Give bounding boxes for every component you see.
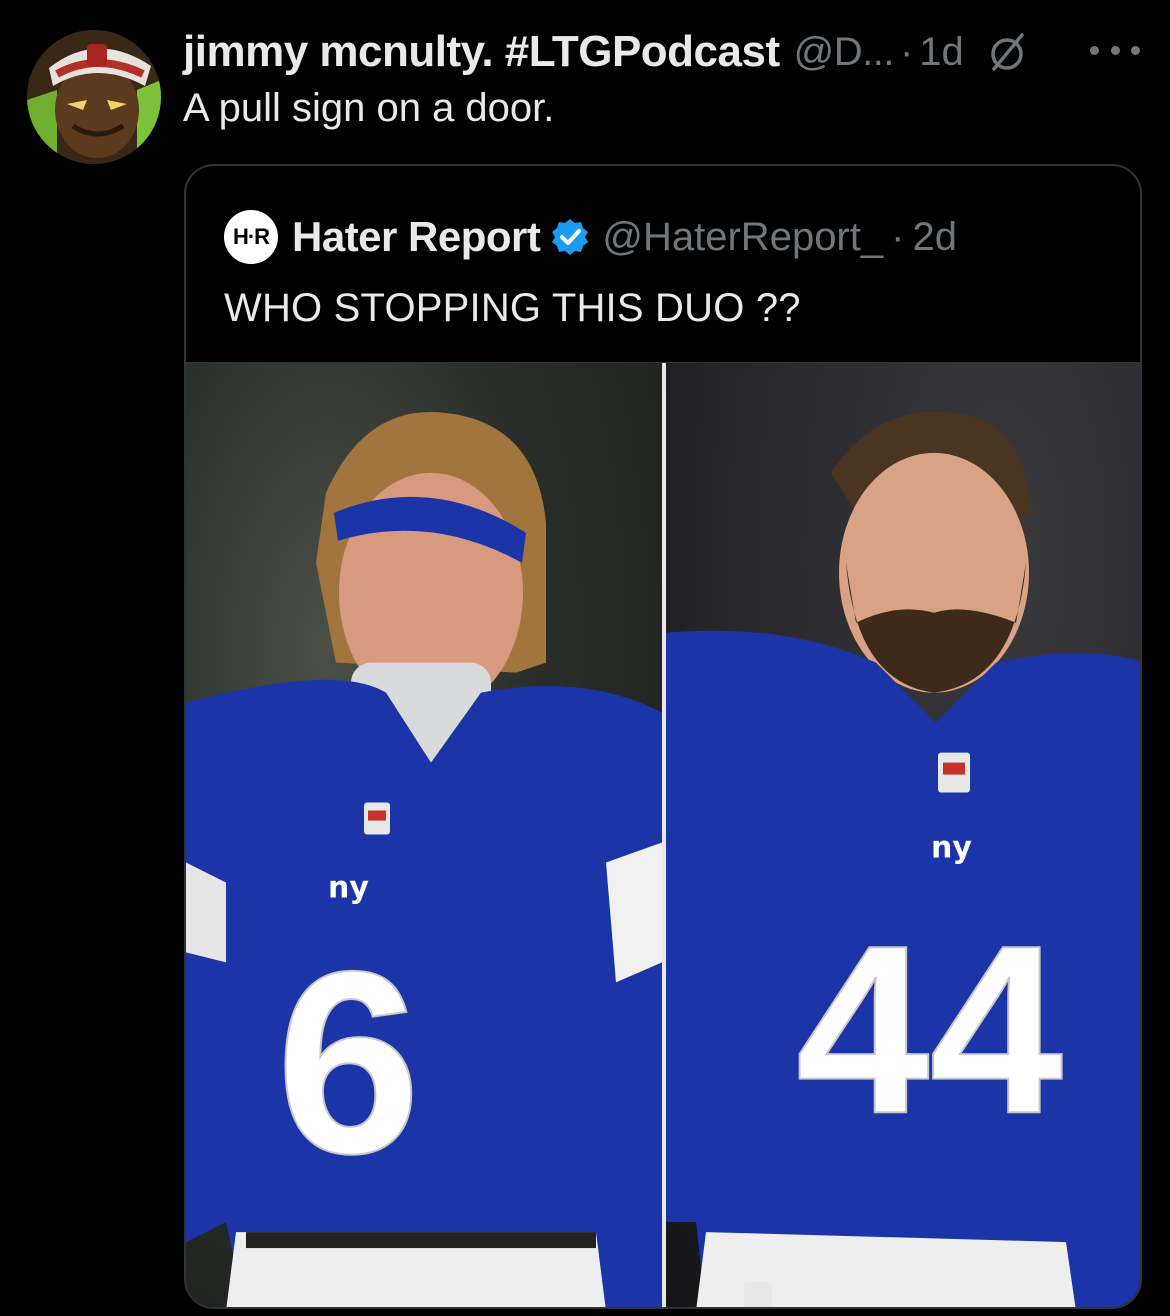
tweet-timestamp[interactable]: 1d [919, 30, 964, 75]
hater-report-avatar[interactable]: H·R [224, 210, 278, 264]
quoted-tweet[interactable]: H·R Hater Report @HaterReport_ · 2d WHO … [184, 164, 1142, 1309]
quoted-tweet-header: H·R Hater Report @HaterReport_ · 2d [224, 210, 957, 264]
author-avatar[interactable] [27, 30, 161, 164]
quoted-tweet-timestamp[interactable]: 2d [912, 215, 957, 260]
tweet-text: A pull sign on a door. [183, 86, 555, 130]
photo-player-6[interactable]: ny 6 [186, 363, 662, 1307]
quoted-author-name[interactable]: Hater Report [292, 213, 541, 261]
svg-text:ny: ny [328, 870, 369, 905]
quoted-author-handle[interactable]: @HaterReport_ [602, 215, 883, 260]
player-44-illustration: ny 44 [666, 411, 1140, 1307]
quoted-tweet-text: WHO STOPPING THIS DUO ?? [224, 286, 801, 330]
svg-text:6: 6 [276, 918, 421, 1208]
quoted-tweet-media[interactable]: ny 6 ny 44 [186, 362, 1140, 1307]
tweet-header: jimmy mcnulty. #LTGPodcast @D... · 1d [183, 22, 1140, 82]
player-6-illustration: ny 6 [186, 411, 662, 1307]
slashed-circle-icon[interactable] [986, 31, 1028, 73]
author-handle[interactable]: @D... [794, 30, 895, 75]
separator-dot: · [899, 29, 914, 74]
avatar-image [27, 30, 161, 164]
quoted-separator-dot: · [891, 214, 905, 259]
photo-player-44[interactable]: ny 44 [666, 363, 1140, 1307]
author-display-name[interactable]: jimmy mcnulty. #LTGPodcast [183, 27, 780, 77]
svg-text:44: 44 [796, 895, 1063, 1163]
verified-badge-icon [550, 217, 590, 257]
more-horizontal-icon[interactable] [1090, 30, 1140, 70]
svg-text:ny: ny [931, 830, 972, 865]
